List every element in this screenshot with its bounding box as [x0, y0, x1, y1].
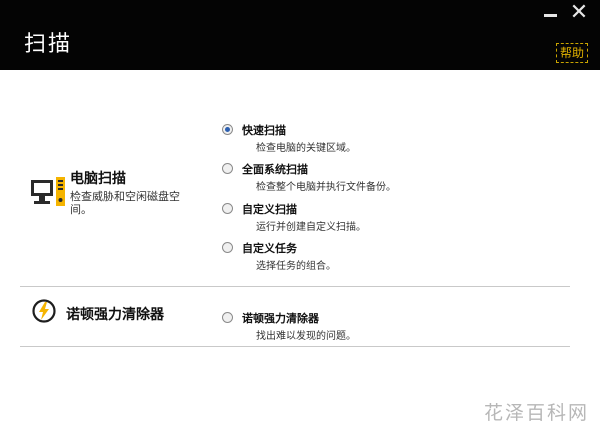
option-description: 选择任务的组合。 — [256, 261, 336, 272]
title-bar: 扫描 ✕ 帮助 — [0, 0, 600, 70]
option-description: 检查整个电脑并执行文件备份。 — [256, 182, 396, 193]
section-divider — [20, 346, 570, 347]
section-desc-pc-scan: 检查威胁和空闲磁盘空间。 — [70, 190, 180, 216]
minimize-icon[interactable] — [542, 7, 560, 23]
close-icon[interactable]: ✕ — [568, 2, 590, 24]
lightning-bolt-icon — [32, 299, 56, 323]
radio-full-system-scan[interactable] — [222, 163, 233, 174]
option-label: 诺顿强力清除器 — [242, 312, 319, 325]
watermark-text: 花泽百科网 — [484, 402, 590, 424]
window-title: 扫描 — [24, 32, 73, 57]
option-description: 检查电脑的关键区域。 — [256, 143, 356, 154]
radio-quick-scan[interactable] — [222, 124, 233, 135]
section-title-power-eraser: 诺顿强力清除器 — [66, 307, 164, 323]
radio-custom-task[interactable] — [222, 242, 233, 253]
section-title-pc-scan: 电脑扫描 — [70, 171, 126, 187]
option-label: 全面系统扫描 — [242, 163, 308, 176]
computer-icon — [31, 177, 65, 206]
option-label: 自定义扫描 — [242, 203, 297, 216]
radio-power-eraser[interactable] — [222, 312, 233, 323]
option-description: 找出难以发现的问题。 — [256, 331, 356, 342]
help-button[interactable]: 帮助 — [556, 43, 588, 63]
option-description: 运行并创建自定义扫描。 — [256, 222, 366, 233]
radio-custom-scan[interactable] — [222, 203, 233, 214]
section-divider — [20, 286, 570, 287]
option-label: 快速扫描 — [242, 124, 286, 137]
option-label: 自定义任务 — [242, 242, 297, 255]
